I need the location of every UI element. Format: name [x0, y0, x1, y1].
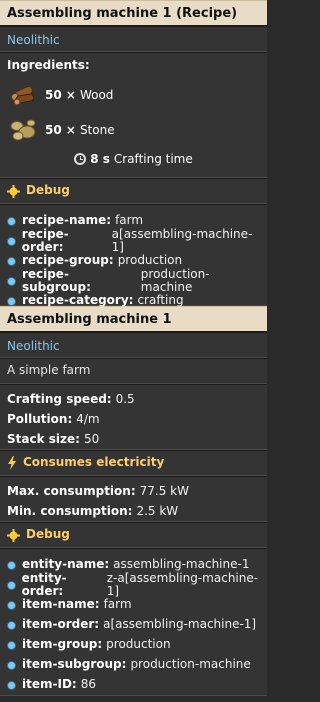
electricity-value: 2.5 kW [136, 504, 179, 519]
debug-bullet-icon [7, 560, 16, 570]
debug-key: item-name: [22, 597, 100, 612]
ingredients-section: Ingredients: 50 × Wood 50 × Stone 8 s Cr… [0, 52, 267, 178]
ingredient-qty: 50 × [45, 122, 76, 137]
stat-value: 4/m [76, 412, 100, 427]
debug-value: a[assembling-machine-1] [111, 226, 253, 254]
debug-bullet-icon [7, 580, 16, 590]
debug-key: item-order: [22, 617, 100, 632]
debug-value: 86 [80, 677, 96, 692]
debug-bullet-icon [7, 256, 16, 266]
ingredient-row: 50 × Wood [7, 78, 260, 112]
recipe-title: Assembling machine 1 (Recipe) [7, 6, 238, 21]
entity-description-section: A simple farm [0, 358, 267, 384]
gear-icon [7, 184, 20, 198]
debug-row: item-ID: 86 [7, 675, 260, 695]
ingredient-name: Stone [79, 122, 115, 137]
debug-bullet-icon [7, 640, 16, 650]
crafting-time-row: 8 s Crafting time [7, 148, 260, 170]
electricity-header: Consumes electricity [0, 450, 267, 476]
debug-key: recipe-subgroup: [21, 266, 91, 294]
recipe-tier: Neolithic [7, 33, 60, 47]
debug-bullet-icon [7, 216, 16, 226]
debug-bullet-icon [7, 276, 16, 286]
debug-value: z-a[assembling-machine-1] [106, 570, 259, 598]
debug-value: production [106, 637, 171, 652]
debug-bullet-icon [7, 660, 16, 670]
debug-key: recipe-order: [21, 226, 69, 254]
debug-value: production-machine [130, 657, 251, 672]
ingredient-qty: 50 × [45, 87, 76, 102]
entity-debug-section: entity-name: assembling-machine-1 entity… [0, 548, 267, 696]
debug-value: farm [115, 213, 144, 228]
debug-value: production [117, 253, 183, 268]
debug-key: entity-name: [22, 557, 110, 572]
debug-value: a[assembling-machine-1] [103, 617, 257, 632]
ingredient-name: Wood [79, 87, 114, 102]
crafting-time-label: Crafting time [113, 151, 193, 166]
recipe-debug-header: Debug [0, 178, 267, 204]
debug-bullet-icon [7, 620, 16, 630]
stat-value: 0.5 [115, 392, 135, 407]
ingredient-row: 50 × Stone [7, 112, 260, 148]
gear-icon [7, 528, 20, 542]
debug-value: assembling-machine-1 [113, 557, 250, 572]
recipe-header: Assembling machine 1 (Recipe) [0, 0, 267, 26]
debug-key: recipe-name: [22, 213, 112, 228]
clock-icon [74, 153, 87, 166]
stat-key: Stack size: [7, 432, 80, 447]
entity-stats-section: Crafting speed: 0.5 Pollution: 4/m Stack… [0, 384, 267, 450]
electricity-value: 77.5 kW [139, 484, 189, 499]
debug-row: recipe-subgroup: production-machine [7, 266, 260, 294]
debug-value: farm [103, 597, 132, 612]
debug-key: item-ID: [22, 677, 77, 692]
debug-bullet-icon [7, 600, 16, 610]
stat-row: Stack size: 50 [7, 430, 260, 450]
electricity-section: Max. consumption: 77.5 kW Min. consumpti… [0, 476, 267, 522]
debug-key: item-group: [22, 637, 103, 652]
entity-tier: Neolithic [7, 339, 60, 353]
debug-value: crafting [137, 293, 184, 308]
electricity-row: Max. consumption: 77.5 kW [7, 482, 260, 502]
electricity-key: Max. consumption: [7, 484, 136, 499]
entity-debug-header: Debug [0, 522, 267, 548]
debug-row: item-subgroup: production-machine [7, 655, 260, 675]
wood-log-icon [7, 79, 39, 111]
recipe-debug-section: recipe-name: farm recipe-order: a[assemb… [0, 204, 267, 308]
stat-row: Crafting speed: 0.5 [7, 390, 260, 410]
debug-bullet-icon [7, 296, 16, 306]
crafting-time-value: 8 s [90, 151, 110, 166]
debug-key: entity-order: [21, 570, 67, 598]
electricity-title: Consumes electricity [23, 455, 165, 470]
debug-key: item-subgroup: [22, 657, 127, 672]
entity-tier-section: Neolithic [0, 332, 267, 358]
lightning-bolt-icon [7, 456, 17, 470]
stat-key: Crafting speed: [7, 392, 112, 407]
stat-key: Pollution: [7, 412, 73, 427]
recipe-debug-title: Debug [26, 183, 70, 198]
debug-row: entity-order: z-a[assembling-machine-1] [7, 570, 260, 598]
stat-value: 50 [83, 432, 100, 447]
debug-row: recipe-order: a[assembling-machine-1] [7, 226, 260, 254]
stat-row: Pollution: 4/m [7, 410, 260, 430]
tooltip-panel: Assembling machine 1 (Recipe) Neolithic … [0, 0, 267, 696]
debug-value: production-machine [140, 266, 210, 294]
entity-title: Assembling machine 1 [7, 312, 172, 327]
electricity-row: Min. consumption: 2.5 kW [7, 502, 260, 522]
ingredients-title: Ingredients: [7, 58, 90, 72]
debug-bullet-icon [7, 680, 16, 690]
debug-key: recipe-group: [22, 253, 114, 268]
entity-header: Assembling machine 1 [0, 306, 267, 332]
debug-row: item-group: production [7, 635, 260, 655]
stone-icon [7, 114, 39, 146]
debug-row: item-order: a[assembling-machine-1] [7, 615, 260, 635]
entity-debug-title: Debug [26, 527, 70, 542]
entity-description: A simple farm [7, 363, 91, 378]
electricity-key: Min. consumption: [7, 504, 133, 519]
debug-key: recipe-category: [22, 293, 134, 308]
recipe-tier-section: Neolithic [0, 26, 267, 52]
debug-bullet-icon [7, 236, 16, 246]
